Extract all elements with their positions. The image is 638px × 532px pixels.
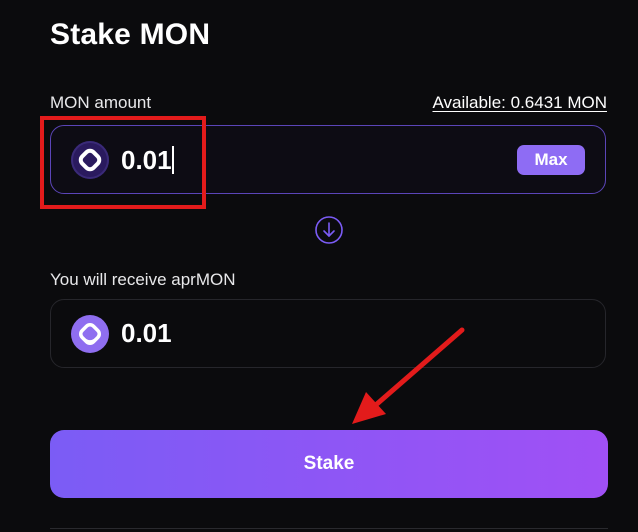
annotation-highlight-box xyxy=(40,116,206,209)
arrow-down-circle-icon[interactable] xyxy=(314,215,344,245)
annotation-arrow-icon xyxy=(352,327,465,424)
aprmon-amount-value: 0.01 xyxy=(121,318,172,348)
stake-button[interactable]: Stake xyxy=(50,430,608,498)
receive-label: You will receive aprMON xyxy=(50,270,236,289)
divider xyxy=(50,528,608,529)
max-button[interactable]: Max xyxy=(517,145,585,175)
mon-amount-label: MON amount xyxy=(50,93,152,112)
aprmon-output-field: 0.01 xyxy=(50,299,606,368)
available-balance-link[interactable]: Available: 0.6431 MON xyxy=(432,93,607,113)
page-title: Stake MON xyxy=(50,18,211,51)
aprmon-token-icon xyxy=(71,315,109,353)
